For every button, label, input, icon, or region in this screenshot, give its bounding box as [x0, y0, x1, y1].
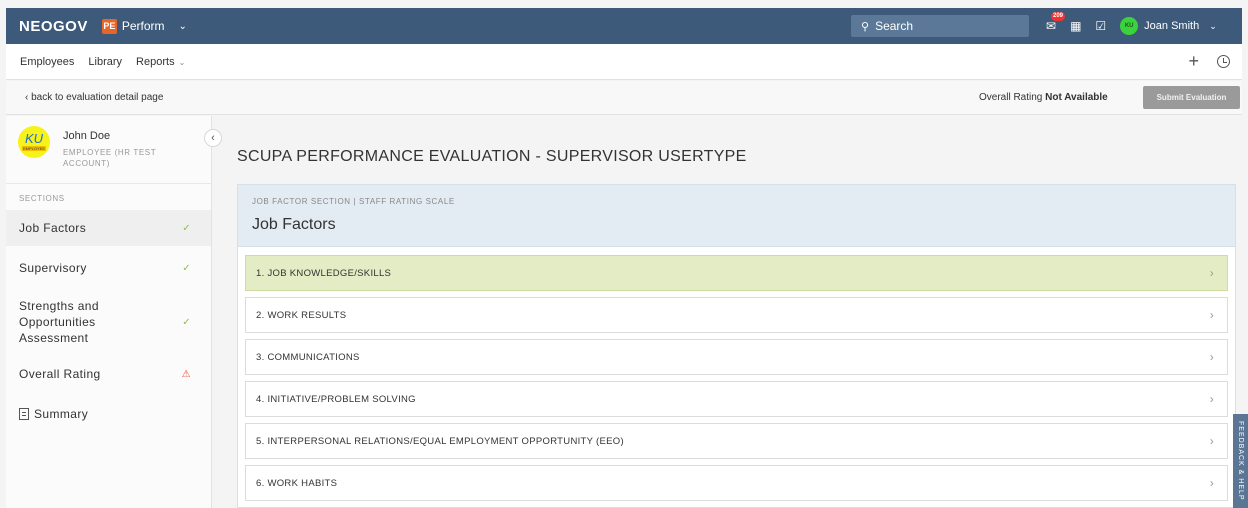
overall-rating-label: Overall Rating	[979, 92, 1043, 103]
nav-item-reports[interactable]: Reports ⌄	[136, 56, 185, 68]
section-title: Job Factors	[252, 216, 336, 233]
employee-card: KU EMPLOYEE John Doe EMPLOYEE (HR TEST A…	[6, 116, 211, 184]
search-placeholder: Search	[875, 19, 914, 33]
factor-label: 4. INITIATIVE/PROBLEM SOLVING	[256, 393, 416, 405]
feedback-tab[interactable]: FEEDBACK & HELP	[1233, 414, 1248, 508]
nav-item-reports-label: Reports	[136, 55, 175, 68]
section-panel: JOB FACTOR SECTION | STAFF RATING SCALE …	[237, 184, 1236, 508]
sections-sidebar: KU EMPLOYEE John Doe EMPLOYEE (HR TEST A…	[6, 116, 212, 508]
sidebar-item-strengths[interactable]: Strengths and Opportunities Assessment ✓	[6, 290, 211, 354]
history-icon[interactable]	[1217, 54, 1230, 68]
user-menu[interactable]: Joan Smith	[1144, 20, 1199, 32]
document-icon	[19, 408, 29, 420]
avatar[interactable]: KU	[1120, 17, 1139, 35]
factor-row[interactable]: 4. INITIATIVE/PROBLEM SOLVING ›	[245, 381, 1228, 417]
tasks-icon[interactable]: ☑	[1095, 19, 1106, 33]
nav-item-employees[interactable]: Employees	[20, 56, 74, 68]
chevron-right-icon: ›	[1209, 266, 1214, 280]
factor-label: 5. INTERPERSONAL RELATIONS/EQUAL EMPLOYM…	[256, 435, 624, 447]
chevron-right-icon: ›	[1209, 350, 1214, 364]
page-title: SCUPA PERFORMANCE EVALUATION - SUPERVISO…	[237, 148, 747, 165]
factor-row[interactable]: 1. JOB KNOWLEDGE/SKILLS ›	[245, 255, 1228, 291]
sidebar-item-label: Summary	[34, 407, 89, 421]
back-link[interactable]: ‹ back to evaluation detail page	[25, 92, 163, 103]
chevron-right-icon: ›	[1209, 392, 1214, 406]
avatar-caption: EMPLOYEE	[21, 146, 46, 151]
collapse-sidebar-button[interactable]: ‹	[204, 129, 222, 147]
notification-count: 209	[1051, 12, 1066, 21]
product-badge: PE	[101, 18, 117, 34]
check-icon: ✓	[182, 222, 191, 234]
nav-actions: +	[1188, 52, 1230, 70]
factor-label: 6. WORK HABITS	[256, 477, 338, 489]
sidebar-item-summary[interactable]: Summary	[6, 394, 211, 434]
add-icon[interactable]: +	[1188, 52, 1199, 70]
header-actions: ✉ 209 ▦ ☑ KU Joan Smith ⌄	[1046, 8, 1217, 44]
factor-label: 3. COMMUNICATIONS	[256, 351, 360, 363]
calendar-icon[interactable]: ▦	[1070, 19, 1081, 33]
product-switcher[interactable]: Perform	[122, 19, 165, 33]
evaluation-toolbar: ‹ back to evaluation detail page Overall…	[6, 81, 1242, 115]
chevron-down-icon[interactable]: ⌄	[179, 21, 187, 32]
chevron-right-icon: ›	[1209, 308, 1214, 322]
factor-label: 1. JOB KNOWLEDGE/SKILLS	[256, 267, 392, 279]
sidebar-item-job-factors[interactable]: Job Factors ✓	[6, 210, 211, 246]
avatar: KU EMPLOYEE	[18, 126, 50, 158]
back-link-label: back to evaluation detail page	[31, 92, 164, 103]
sidebar-item-label: Strengths and Opportunities Assessment	[19, 299, 99, 345]
factor-row[interactable]: 3. COMMUNICATIONS ›	[245, 339, 1228, 375]
employee-name: John Doe	[63, 130, 111, 142]
sidebar-item-overall-rating[interactable]: Overall Rating ⚠	[6, 354, 211, 394]
overall-rating-status: Overall Rating Not Available	[979, 92, 1108, 103]
search-icon: ⚲	[861, 20, 870, 33]
sidebar-item-label: Supervisory	[19, 261, 87, 275]
avatar-initials: KU	[24, 131, 44, 146]
neogov-logo[interactable]: NEOGOV	[19, 18, 88, 35]
employee-role: EMPLOYEE (HR TEST ACCOUNT)	[63, 148, 157, 168]
notifications-icon[interactable]: ✉ 209	[1046, 12, 1066, 33]
sidebar-item-supervisory[interactable]: Supervisory ✓	[6, 246, 211, 290]
search-input[interactable]: ⚲ Search	[851, 15, 1029, 37]
chevron-right-icon: ›	[1209, 476, 1214, 490]
top-bar: NEOGOV PE Perform ⌄ ⚲ Search ✉ 209 ▦ ☑ KU…	[6, 8, 1242, 44]
factor-label: 2. WORK RESULTS	[256, 309, 347, 321]
check-icon: ✓	[182, 316, 191, 328]
chevron-down-icon: ⌄	[178, 57, 186, 67]
section-subtitle: JOB FACTOR SECTION | STAFF RATING SCALE	[252, 197, 455, 206]
chevron-down-icon[interactable]: ⌄	[1209, 21, 1217, 32]
factor-row[interactable]: 2. WORK RESULTS ›	[245, 297, 1228, 333]
factor-row[interactable]: 6. WORK HABITS ›	[245, 465, 1228, 501]
overall-rating-value: Not Available	[1045, 92, 1108, 103]
factor-row[interactable]: 5. INTERPERSONAL RELATIONS/EQUAL EMPLOYM…	[245, 423, 1228, 459]
section-header: JOB FACTOR SECTION | STAFF RATING SCALE …	[238, 185, 1235, 247]
sections-heading: SECTIONS	[19, 194, 65, 203]
factor-list: 1. JOB KNOWLEDGE/SKILLS › 2. WORK RESULTS…	[245, 255, 1228, 507]
check-icon: ✓	[182, 262, 191, 274]
warning-icon: ⚠	[181, 368, 191, 380]
chevron-right-icon: ›	[1209, 434, 1214, 448]
submit-evaluation-button[interactable]: Submit Evaluation	[1143, 86, 1240, 109]
sidebar-item-label: Overall Rating	[19, 367, 101, 381]
sidebar-item-label: Job Factors	[19, 221, 87, 235]
nav-item-library[interactable]: Library	[88, 56, 122, 68]
secondary-nav: Employees Library Reports ⌄ +	[6, 44, 1242, 80]
